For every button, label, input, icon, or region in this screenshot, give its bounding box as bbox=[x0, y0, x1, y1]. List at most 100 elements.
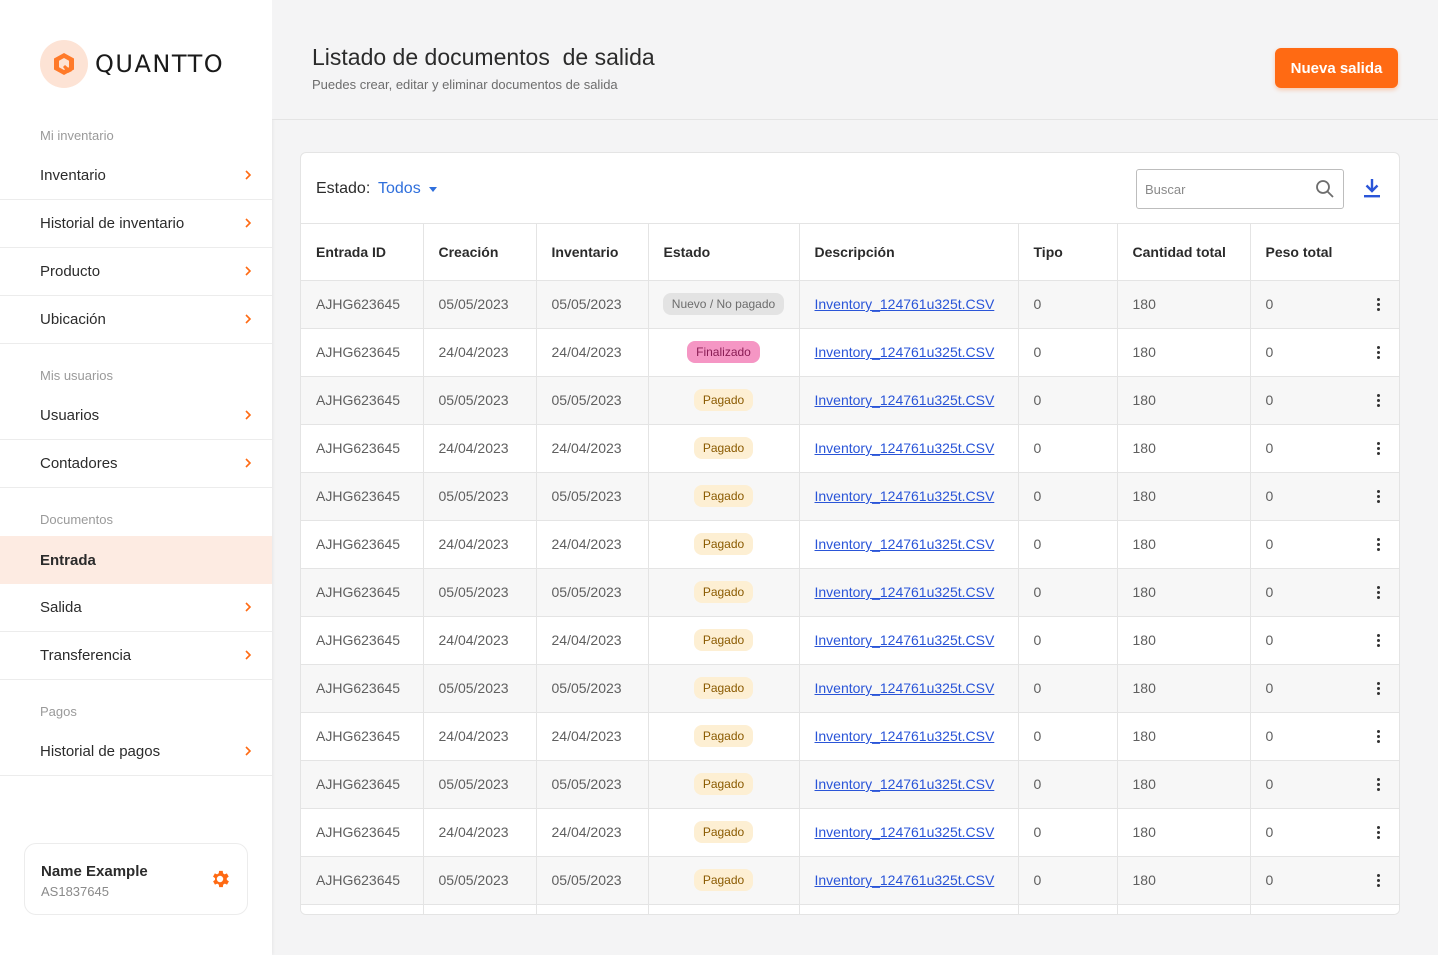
cell-cantidad-total: 180 bbox=[1117, 760, 1251, 809]
caret-down-icon bbox=[428, 186, 437, 192]
file-link[interactable]: Inventory_124761u325t.CSV bbox=[815, 392, 995, 408]
sidebar-item-transferencia[interactable]: Transferencia bbox=[0, 632, 272, 680]
column-header-creacion[interactable]: Creación bbox=[423, 224, 537, 281]
table-row[interactable]: AJHG623645 05/05/2023 05/05/2023 Pagado Inve… bbox=[301, 568, 1399, 617]
peso-value: 0 bbox=[1265, 632, 1274, 648]
search-input[interactable] bbox=[1137, 170, 1307, 208]
table-row[interactable]: AJHG623645 05/05/2023 05/05/2023 Nuevo / No… bbox=[301, 280, 1399, 329]
nueva-salida-button[interactable]: Nueva salida bbox=[1275, 48, 1398, 88]
cell-tipo: 0 bbox=[1018, 280, 1118, 329]
file-link[interactable]: Inventory_124761u325t.CSV bbox=[815, 824, 995, 840]
cell-descripcion: Inventory_124761u325t.CSV bbox=[799, 520, 1019, 569]
sidebar-item-historial-pagos[interactable]: Historial de pagos bbox=[0, 728, 272, 776]
page-header: Listado de documentos de salida Puedes c… bbox=[272, 0, 1438, 120]
column-header-tipo[interactable]: Tipo bbox=[1018, 224, 1118, 281]
sidebar-item-salida[interactable]: Salida bbox=[0, 584, 272, 632]
more-vertical-icon[interactable] bbox=[1377, 537, 1381, 552]
cell-creacion: 24/04/2023 bbox=[423, 712, 537, 761]
file-link[interactable]: Inventory_124761u325t.CSV bbox=[815, 872, 995, 888]
status-badge: Pagado bbox=[693, 485, 754, 507]
more-vertical-icon[interactable] bbox=[1377, 873, 1381, 888]
file-link[interactable]: Inventory_124761u325t.CSV bbox=[815, 344, 995, 360]
table-row[interactable]: AJHG623645 05/05/2023 05/05/2023 Pagado Inve… bbox=[301, 664, 1399, 713]
table-row[interactable]: AJHG623645 24/04/2023 24/04/2023 Pagado Inve… bbox=[301, 520, 1399, 569]
gear-icon[interactable] bbox=[209, 868, 231, 890]
table-toolbar: Estado: Todos bbox=[301, 153, 1399, 224]
table-row[interactable]: AJHG623645 24/04/2023 24/04/2023 Finalizado… bbox=[301, 328, 1399, 377]
status-badge: Pagado bbox=[693, 821, 754, 843]
estado-filter-dropdown[interactable]: Todos bbox=[378, 180, 437, 198]
sidebar-item-entrada[interactable]: Entrada bbox=[0, 536, 272, 584]
cell-cantidad-total: 180 bbox=[1117, 424, 1251, 473]
cell-descripcion: Inventory_124761u325t.CSV bbox=[799, 568, 1019, 617]
column-header-cantidad-total[interactable]: Cantidad total bbox=[1117, 224, 1251, 281]
table-row[interactable]: AJHG623645 05/05/2023 05/05/2023 Pagado Inve… bbox=[301, 376, 1399, 425]
file-link[interactable]: Inventory_124761u325t.CSV bbox=[815, 296, 995, 312]
peso-value: 0 bbox=[1265, 536, 1274, 552]
chevron-right-icon bbox=[245, 266, 252, 276]
more-vertical-icon[interactable] bbox=[1377, 633, 1381, 648]
cell-tipo: 0 bbox=[1018, 520, 1118, 569]
more-vertical-icon[interactable] bbox=[1377, 393, 1381, 408]
sidebar-item-contadores[interactable]: Contadores bbox=[0, 440, 272, 488]
table-row[interactable]: AJHG623645 24/04/2023 24/04/2023 Pagado Inve… bbox=[301, 808, 1399, 857]
table-row[interactable]: AJHG623645 24/04/2023 24/04/2023 Pagado Inve… bbox=[301, 616, 1399, 665]
file-link[interactable]: Inventory_124761u325t.CSV bbox=[815, 488, 995, 504]
sidebar-item-historial-inventario[interactable]: Historial de inventario bbox=[0, 200, 272, 248]
sidebar-item-label: Usuarios bbox=[40, 407, 100, 424]
sidebar-item-usuarios[interactable]: Usuarios bbox=[0, 392, 272, 440]
status-badge: Pagado bbox=[693, 533, 754, 555]
file-link[interactable]: Inventory_124761u325t.CSV bbox=[815, 440, 995, 456]
column-header-peso-total[interactable]: Peso total bbox=[1250, 224, 1399, 281]
more-vertical-icon[interactable] bbox=[1377, 681, 1381, 696]
cell-descripcion: Inventory_124761u325t.CSV bbox=[799, 280, 1019, 329]
sidebar: QUANTTO Mi inventario Inventario Histori… bbox=[0, 0, 272, 955]
table-row[interactable]: AJHG623645 05/05/2023 05/05/2023 Pagado Inve… bbox=[301, 856, 1399, 905]
more-vertical-icon[interactable] bbox=[1377, 345, 1381, 360]
file-link[interactable]: Inventory_124761u325t.CSV bbox=[815, 728, 995, 744]
more-vertical-icon[interactable] bbox=[1377, 777, 1381, 792]
file-link[interactable]: Inventory_124761u325t.CSV bbox=[815, 776, 995, 792]
table-body: AJHG623645 05/05/2023 05/05/2023 Nuevo / No… bbox=[301, 280, 1399, 914]
column-header-estado[interactable]: Estado bbox=[648, 224, 800, 281]
file-link[interactable]: Inventory_124761u325t.CSV bbox=[815, 680, 995, 696]
cell-estado: Pagado bbox=[648, 376, 800, 425]
cell-peso-total: 0 bbox=[1250, 760, 1399, 809]
more-vertical-icon[interactable] bbox=[1377, 441, 1381, 456]
table-row[interactable]: AJHG623645 05/05/2023 05/05/2023 Pagado Inve… bbox=[301, 760, 1399, 809]
more-vertical-icon[interactable] bbox=[1377, 825, 1381, 840]
cell-inventario: 24/04/2023 bbox=[536, 616, 649, 665]
sidebar-item-label: Entrada bbox=[40, 551, 96, 569]
chevron-right-icon bbox=[245, 458, 252, 468]
table-row[interactable]: AJHG623645 24/04/2023 24/04/2023 Pagado Inve… bbox=[301, 424, 1399, 473]
sidebar-item-inventario[interactable]: Inventario bbox=[0, 152, 272, 200]
sidebar-item-producto[interactable]: Producto bbox=[0, 248, 272, 296]
cell-creacion: 05/05/2023 bbox=[423, 472, 537, 521]
cell-cantidad-total: 180 bbox=[1117, 520, 1251, 569]
page-subtitle: Puedes crear, editar y eliminar document… bbox=[312, 77, 618, 92]
user-name: Name Example bbox=[41, 863, 148, 880]
cell-creacion: 05/05/2023 bbox=[423, 568, 537, 617]
column-header-entrada-id[interactable]: Entrada ID bbox=[301, 224, 424, 281]
table-header-row: Entrada ID Creación Inventario Estado De… bbox=[301, 224, 1399, 281]
table-row[interactable]: AJHG623645 24/04/2023 24/04/2023 Pagado Inve… bbox=[301, 712, 1399, 761]
cell-cantidad-total: 180 bbox=[1117, 856, 1251, 905]
sidebar-item-ubicacion[interactable]: Ubicación bbox=[0, 296, 272, 344]
more-vertical-icon[interactable] bbox=[1377, 489, 1381, 504]
column-header-inventario[interactable]: Inventario bbox=[536, 224, 649, 281]
more-vertical-icon[interactable] bbox=[1377, 297, 1381, 312]
file-link[interactable]: Inventory_124761u325t.CSV bbox=[815, 584, 995, 600]
file-link[interactable]: Inventory_124761u325t.CSV bbox=[815, 632, 995, 648]
quantto-logo-icon bbox=[40, 40, 88, 88]
more-vertical-icon[interactable] bbox=[1377, 729, 1381, 744]
documents-card: Estado: Todos Entrada ID Creación bbox=[300, 152, 1400, 915]
cell-entrada-id: AJHG623645 bbox=[301, 712, 424, 761]
brand-logo[interactable]: QUANTTO bbox=[40, 40, 224, 88]
table-row[interactable]: AJHG623645 05/05/2023 05/05/2023 Pagado Inve… bbox=[301, 472, 1399, 521]
download-icon[interactable] bbox=[1362, 177, 1382, 199]
peso-value: 0 bbox=[1265, 824, 1274, 840]
search-icon[interactable] bbox=[1315, 179, 1335, 199]
file-link[interactable]: Inventory_124761u325t.CSV bbox=[815, 536, 995, 552]
more-vertical-icon[interactable] bbox=[1377, 585, 1381, 600]
column-header-descripcion[interactable]: Descripción bbox=[799, 224, 1019, 281]
